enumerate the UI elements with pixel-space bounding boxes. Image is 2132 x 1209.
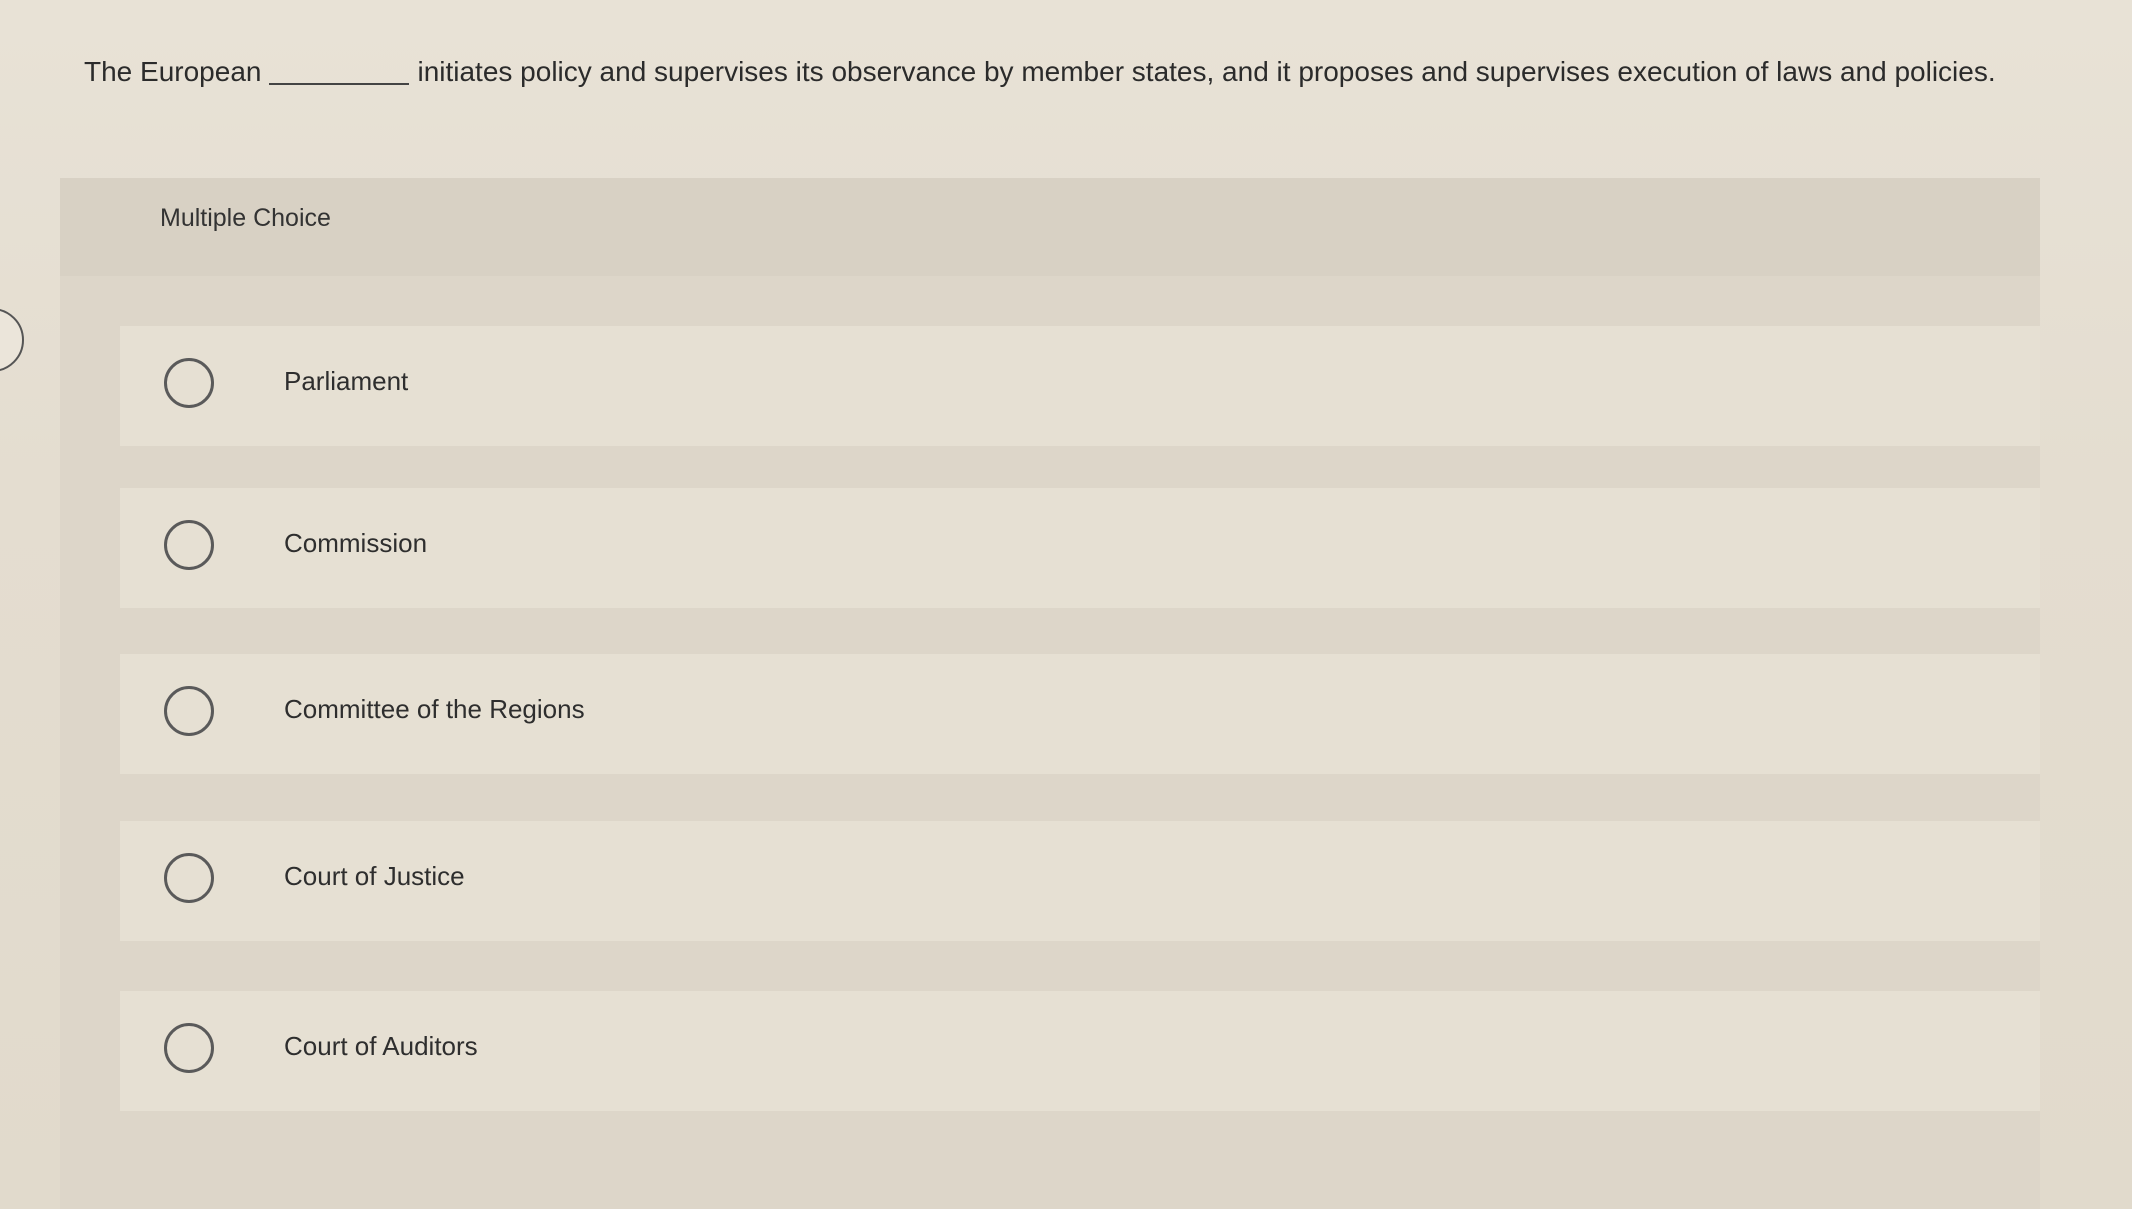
- option-label: Court of Justice: [284, 861, 465, 891]
- option-committee-of-the-regions[interactable]: Committee of the Regions: [120, 654, 2040, 774]
- option-label: Parliament: [284, 366, 409, 396]
- option-parliament[interactable]: Parliament: [120, 326, 2040, 446]
- side-nav-tab[interactable]: [0, 308, 24, 372]
- multiple-choice-label: Multiple Choice: [160, 204, 331, 232]
- option-label: Court of Auditors: [284, 1031, 478, 1061]
- option-court-of-auditors[interactable]: Court of Auditors: [120, 991, 2040, 1111]
- multiple-choice-panel: Multiple Choice Parliament Commission Co…: [60, 178, 2040, 1209]
- question-after-blank: initiates policy and supervises its obse…: [417, 56, 1996, 87]
- option-commission[interactable]: Commission: [120, 488, 2040, 608]
- option-label: Commission: [284, 528, 428, 558]
- radio-button[interactable]: [164, 358, 214, 408]
- question-text: The European initiates policy and supervi…: [84, 52, 2044, 92]
- radio-button[interactable]: [164, 853, 214, 903]
- question-before-blank: The European: [84, 56, 262, 87]
- option-label: Committee of the Regions: [284, 694, 585, 724]
- radio-button[interactable]: [164, 686, 214, 736]
- option-court-of-justice[interactable]: Court of Justice: [120, 821, 2040, 941]
- multiple-choice-header: Multiple Choice: [60, 178, 2040, 276]
- quiz-page: The European initiates policy and supervi…: [0, 0, 2132, 1209]
- radio-button[interactable]: [164, 520, 214, 570]
- answer-blank: [269, 82, 410, 85]
- radio-button[interactable]: [164, 1023, 214, 1073]
